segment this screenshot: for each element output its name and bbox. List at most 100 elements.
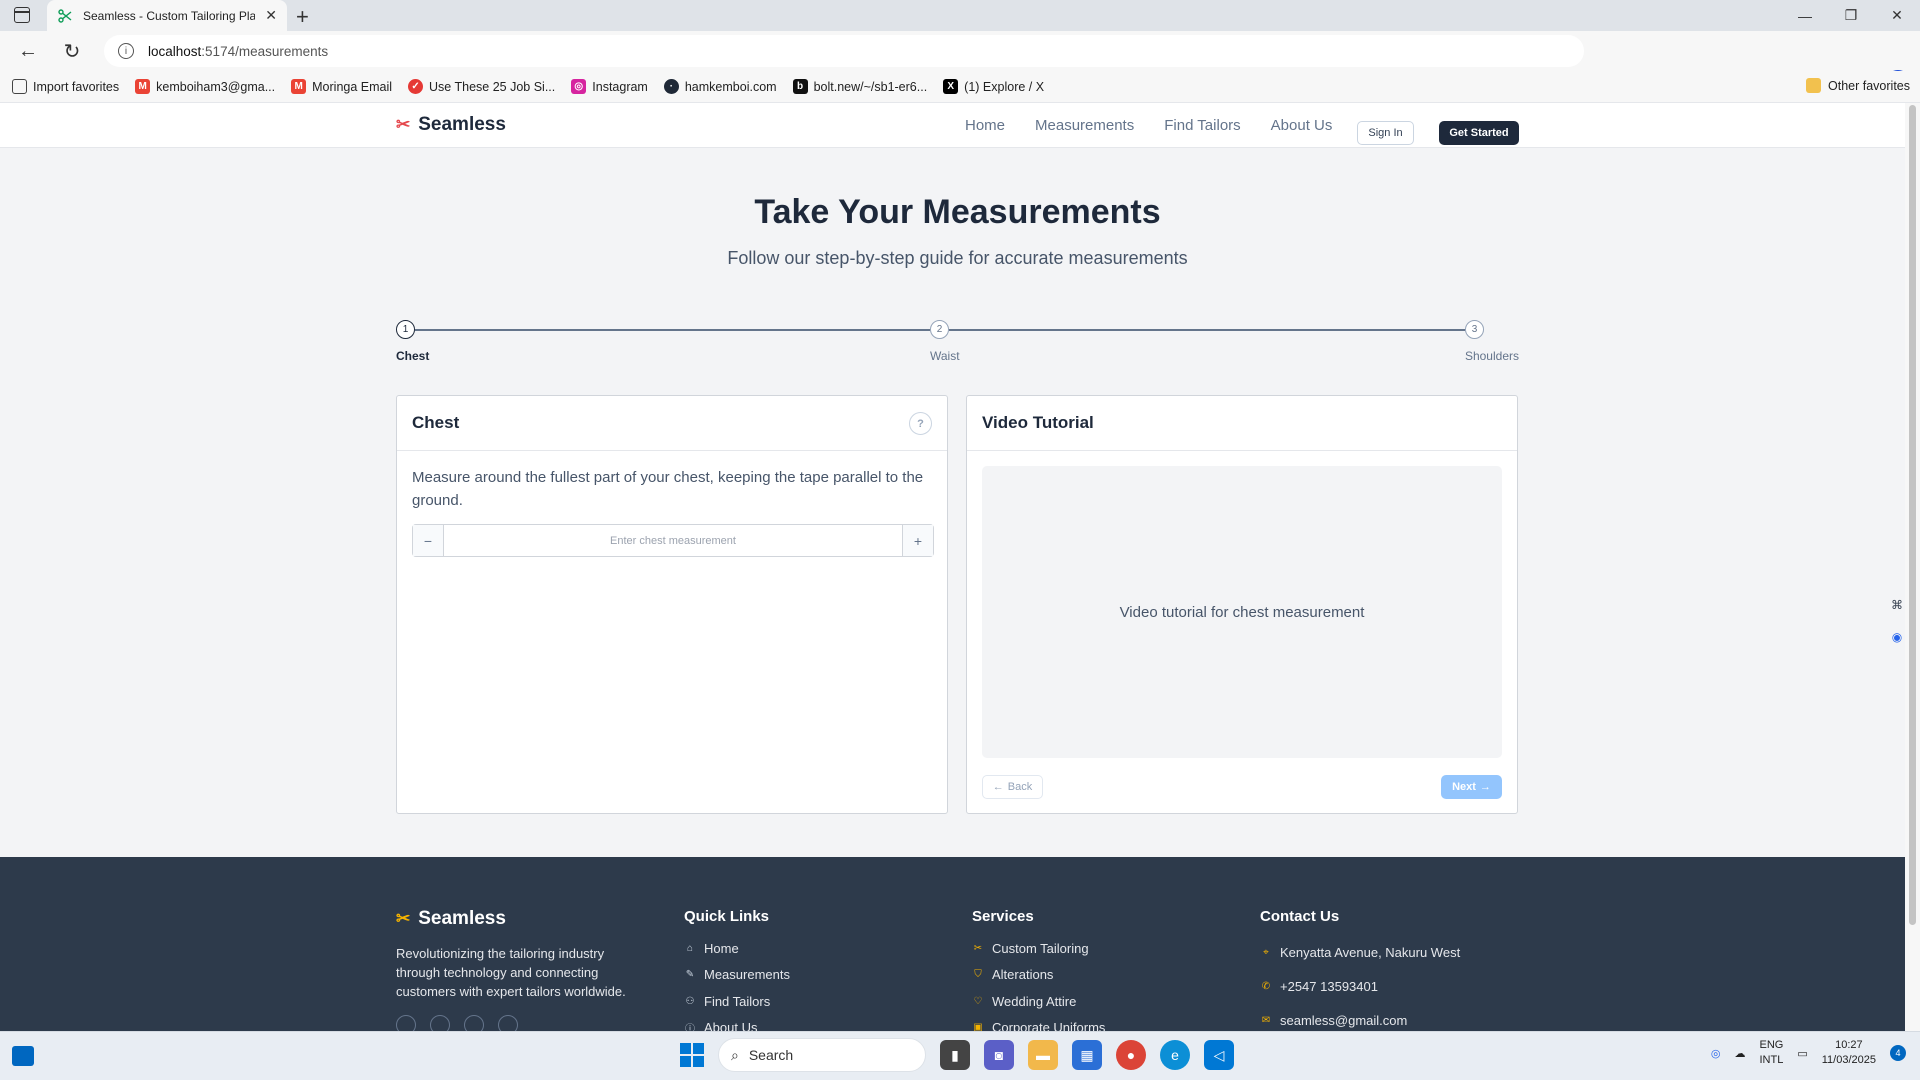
favorite-item[interactable]: M Moringa Email [291,79,392,94]
folder-icon [1806,78,1822,93]
edge-icon[interactable]: e [1160,1040,1190,1070]
step-1-indicator[interactable]: 1 [396,320,415,339]
site-logo[interactable]: ✂ Seamless [396,114,506,136]
minimize-icon[interactable]: — [1782,0,1828,31]
page-viewport: ✂ Seamless Home Measurements Find Tailor… [0,103,1905,1031]
step-connector [949,329,1465,331]
scrollbar-thumb[interactable] [1909,105,1916,925]
footer-link-about-us[interactable]: ⓘ About Us [684,1015,790,1031]
footer-link-find-tailors[interactable]: ⚇ Find Tailors [684,988,790,1015]
step-1-label: Chest [396,349,430,363]
browser-tab[interactable]: Seamless - Custom Tailoring Plat ✕ [47,0,287,31]
facebook-icon[interactable] [396,1015,416,1031]
url-text: localhost:5174/measurements [148,43,329,59]
linkedin-icon[interactable] [498,1015,518,1031]
step-3-indicator[interactable]: 3 [1465,320,1484,339]
mail-icon: ✉ [1261,1014,1271,1026]
taskbar-search[interactable]: ⌕ Search [718,1038,926,1072]
windows-start-icon[interactable] [680,1043,704,1067]
favorite-item[interactable]: Mkemboiham3@gma... [135,79,275,94]
step-3-label: Shoulders [1464,349,1519,363]
gmail-icon: M [135,79,151,94]
services-title: Services [972,908,1034,925]
x-icon: X [943,79,959,94]
nav-about-us[interactable]: About Us [1271,117,1333,134]
favorite-item[interactable]: Import favorites [12,79,119,94]
contact-phone[interactable]: ✆ +2547 13593401 [1260,969,1460,1003]
network-icon[interactable]: ◎ [1711,1047,1721,1060]
new-tab-icon[interactable]: + [296,4,309,30]
instagram-icon[interactable] [464,1015,484,1031]
store-icon[interactable]: ▦ [1072,1040,1102,1070]
back-arrow-icon[interactable]: ← [6,31,50,71]
nav-measurements[interactable]: Measurements [1035,117,1134,134]
service-item[interactable]: ⛉ Alterations [972,962,1105,989]
widgets-icon[interactable] [12,1046,34,1066]
window-controls: — ❐ ✕ [1782,0,1920,31]
contact-address: ⌖ Kenyatta Avenue, Nakuru West [1260,935,1460,969]
get-started-button[interactable]: Get Started [1439,121,1519,145]
nav-home[interactable]: Home [965,117,1005,134]
page-scrollbar[interactable] [1905,103,1920,1031]
display-icon[interactable]: ▭ [1797,1047,1807,1060]
twitter-icon[interactable] [430,1015,450,1031]
service-item[interactable]: ✂ Custom Tailoring [972,935,1105,962]
refresh-icon[interactable]: ↻ [50,31,94,71]
video-card-header: Video Tutorial [967,396,1517,451]
service-item[interactable]: ▣ Corporate Uniforms [972,1015,1105,1031]
help-icon[interactable]: ? [909,412,932,435]
vscode-icon[interactable]: ◁ [1204,1040,1234,1070]
system-tray: ◎ ☁ ENG INTL ▭ 10:27 11/03/2025 4 [1711,1038,1906,1068]
copilot-side-icon[interactable]: ◉ [1888,628,1906,646]
file-explorer-icon[interactable]: ▬ [1028,1040,1058,1070]
url-bar[interactable]: i localhost:5174/measurements [104,35,1584,67]
increment-button[interactable]: + [902,525,933,556]
decrement-button[interactable]: − [413,525,444,556]
tab-actions-icon[interactable] [14,7,30,23]
site-icon: · [663,79,679,94]
nav-find-tailors[interactable]: Find Tailors [1164,117,1240,134]
measurement-description: Measure around the fullest part of your … [412,469,924,509]
next-button[interactable]: Next → [1441,775,1502,799]
restore-icon[interactable]: ❐ [1828,0,1874,31]
sign-in-button[interactable]: Sign In [1357,121,1414,145]
main-nav: Home Measurements Find Tailors About Us [965,117,1332,134]
close-tab-icon[interactable]: ✕ [265,7,277,24]
footer-logo[interactable]: ✂ Seamless [396,908,636,930]
address-toolbar: ← ↻ i localhost:5174/measurements ⚿ A ⊖ … [0,31,1920,94]
chest-measurement-input[interactable] [444,525,902,556]
favorite-item[interactable]: b bolt.new/~/sb1-er6... [792,79,927,94]
language-indicator[interactable]: ENG INTL [1760,1038,1784,1068]
footer-about: Revolutionizing the tailoring industry t… [396,946,626,999]
favorite-item[interactable]: ◎ Instagram [571,79,648,94]
chrome-icon[interactable]: ● [1116,1040,1146,1070]
step-2-indicator[interactable]: 2 [930,320,949,339]
scissors-icon: ✂ [396,909,411,928]
file-manager-icon[interactable]: ▮ [940,1040,970,1070]
favorite-item[interactable]: X (1) Explore / X [943,79,1044,94]
taskbar-apps: ⌕ Search ▮ ◙ ▬ ▦ ● e ◁ [680,1038,1234,1072]
back-button[interactable]: ← Back [982,775,1043,799]
video-player[interactable]: Video tutorial for chest measurement [982,466,1502,758]
clock[interactable]: 10:27 11/03/2025 [1822,1038,1876,1068]
gmail-icon: M [291,79,307,94]
footer-link-measurements[interactable]: ✎ Measurements [684,962,790,989]
arrow-right-icon: → [1479,781,1491,793]
other-favorites[interactable]: Other favorites [1806,78,1910,93]
scissors-icon: ✂ [396,115,411,134]
favorite-item[interactable]: · hamkemboi.com [663,79,777,94]
cloud-icon[interactable]: ☁ [1735,1047,1746,1060]
measurement-card-title: Chest [412,413,460,432]
notification-badge[interactable]: 4 [1890,1045,1906,1061]
close-window-icon[interactable]: ✕ [1874,0,1920,31]
users-icon: ⚇ [685,995,695,1007]
favorite-item[interactable]: ✓ Use These 25 Job Si... [408,79,555,94]
footer-link-home[interactable]: ⌂ Home [684,935,790,962]
service-item[interactable]: ♡ Wedding Attire [972,988,1105,1015]
contact-email[interactable]: ✉ seamless@gmail.com [1260,1003,1460,1031]
video-card: Video Tutorial Video tutorial for chest … [966,395,1518,814]
page-subtitle: Follow our step-by-step guide for accura… [727,248,1188,268]
command-icon[interactable]: ⌘ [1888,596,1906,614]
site-info-icon[interactable]: i [118,43,134,59]
teams-icon[interactable]: ◙ [984,1040,1014,1070]
